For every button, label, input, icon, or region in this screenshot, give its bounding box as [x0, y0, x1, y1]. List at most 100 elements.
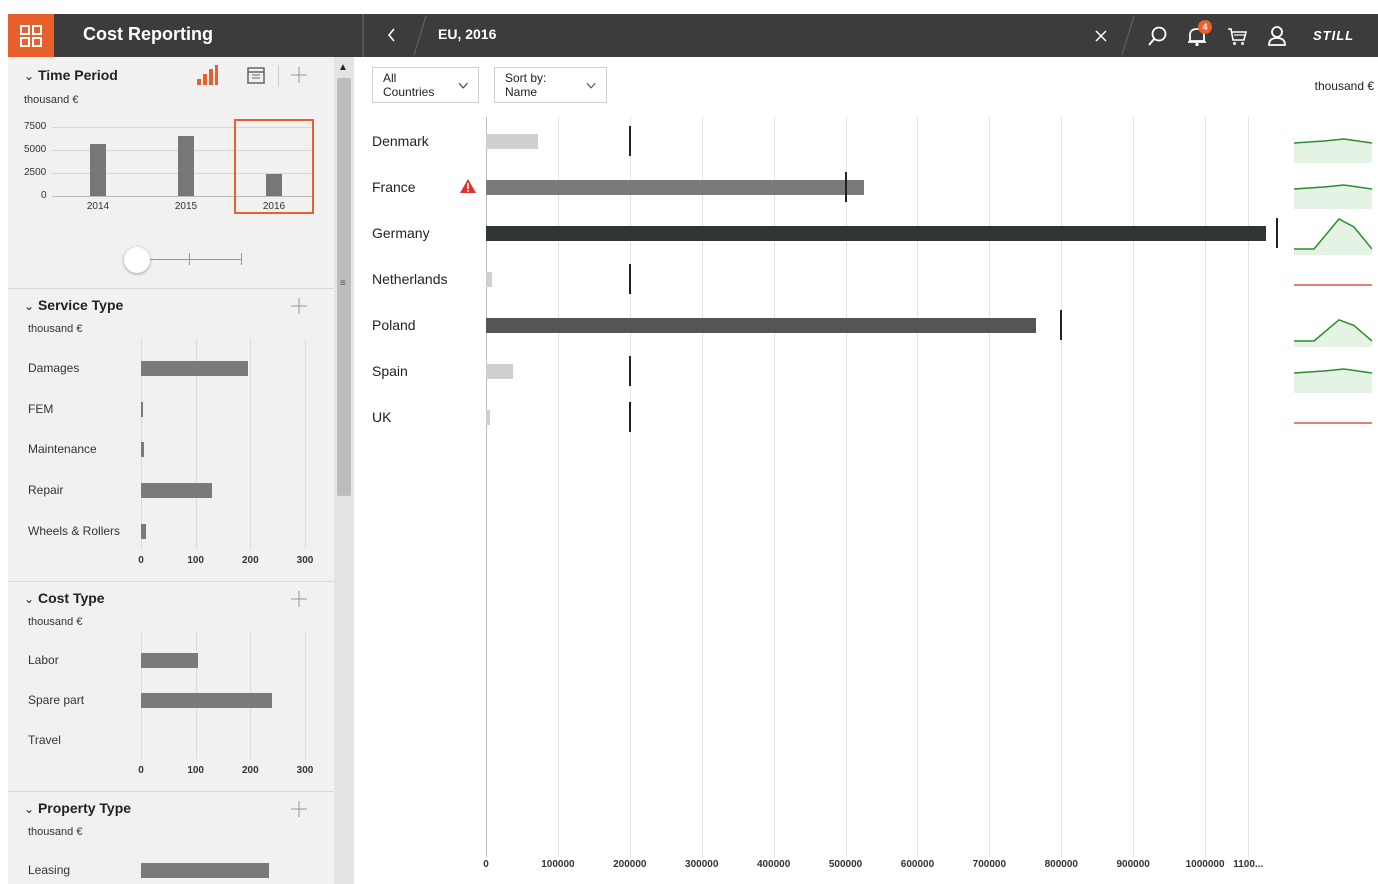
- category-label[interactable]: Repair: [28, 483, 63, 497]
- axis-tick: 0: [138, 555, 144, 566]
- x-tick: 300000: [685, 859, 719, 870]
- chevron-down-icon: ⌄: [24, 299, 35, 313]
- close-button[interactable]: [1088, 23, 1114, 49]
- bar-chart-icon[interactable]: [196, 65, 218, 85]
- x-tick: 500000: [828, 859, 863, 870]
- service-type-header[interactable]: ⌄ Service Type: [24, 297, 123, 313]
- axis-tick: 100: [187, 555, 204, 566]
- selected-year-highlight[interactable]: [234, 119, 314, 214]
- chevron-down-icon: [586, 82, 596, 89]
- country-label[interactable]: Netherlands: [372, 271, 448, 287]
- country-label[interactable]: Germany: [372, 225, 430, 241]
- category-bar[interactable]: [141, 863, 270, 878]
- x-tick: 800000: [1044, 859, 1078, 870]
- country-bar[interactable]: [486, 318, 1037, 333]
- user-button[interactable]: [1264, 23, 1290, 49]
- category-bar[interactable]: [141, 483, 213, 499]
- notification-badge: 4: [1198, 20, 1212, 34]
- notifications-button[interactable]: 4: [1184, 20, 1212, 49]
- y-tick: 5000: [24, 144, 47, 155]
- category-bar[interactable]: [141, 653, 199, 668]
- gridline: [305, 631, 306, 759]
- country-label[interactable]: Poland: [372, 317, 416, 333]
- user-icon: [1268, 26, 1286, 46]
- category-bar[interactable]: [141, 401, 143, 417]
- category-label[interactable]: Maintenance: [28, 442, 97, 456]
- filter-sidebar: ⌄ Time Period thousand € 7500 5000 2500 …: [8, 57, 354, 884]
- category-label[interactable]: Leasing: [28, 863, 70, 877]
- trend-sparkline: [1294, 218, 1372, 255]
- country-bar[interactable]: [486, 134, 538, 149]
- x-tick: 100000: [541, 859, 575, 870]
- country-bar[interactable]: [486, 272, 492, 287]
- x-tick: 200000: [613, 859, 647, 870]
- scroll-up-icon[interactable]: ▲: [338, 62, 348, 73]
- country-label[interactable]: France: [372, 179, 416, 195]
- search-button[interactable]: [1145, 23, 1171, 49]
- target-marker: [628, 126, 631, 156]
- x-tick: 400000: [756, 859, 791, 870]
- slider-handle[interactable]: [124, 247, 150, 273]
- target-marker: [844, 172, 847, 202]
- target-marker: [1060, 310, 1063, 340]
- category-label[interactable]: Spare part: [28, 693, 84, 707]
- add-property-type-icon[interactable]: [290, 800, 308, 818]
- gridline: [250, 339, 252, 549]
- country-label[interactable]: Spain: [372, 363, 408, 379]
- cart-icon: [1228, 28, 1248, 45]
- cost-type-title: Cost Type: [37, 590, 105, 606]
- target-marker: [1276, 218, 1278, 248]
- countries-dropdown[interactable]: All Countries: [372, 67, 479, 103]
- category-bar[interactable]: [141, 523, 147, 539]
- sort-dropdown[interactable]: Sort by: Name: [494, 67, 607, 103]
- country-bar[interactable]: [486, 180, 864, 195]
- warning-icon[interactable]: [459, 178, 477, 194]
- cart-button[interactable]: [1224, 23, 1250, 49]
- x-tick: 1100...: [1233, 859, 1264, 870]
- service-type-unit: thousand €: [28, 323, 83, 335]
- axis-tick: 200: [241, 765, 259, 776]
- country-label[interactable]: Denmark: [372, 133, 429, 149]
- chevron-down-icon: ⌄: [24, 802, 35, 816]
- x-tick: 1000000: [1185, 859, 1225, 870]
- header-separator: [1121, 15, 1135, 56]
- year-label[interactable]: 2015: [175, 201, 197, 212]
- country-bar[interactable]: [486, 364, 514, 379]
- category-label[interactable]: Damages: [28, 361, 79, 375]
- country-bar[interactable]: [486, 410, 490, 425]
- chevron-left-icon: [387, 28, 395, 42]
- section-divider: [8, 581, 334, 582]
- service-type-title: Service Type: [37, 297, 124, 313]
- add-cost-type-icon[interactable]: [290, 590, 308, 608]
- brand-logo: STILL: [1313, 28, 1355, 43]
- target-marker: [628, 402, 631, 432]
- back-button[interactable]: [380, 23, 404, 47]
- x-tick: 900000: [1116, 859, 1150, 870]
- x-tick: 0: [483, 859, 489, 870]
- calendar-icon[interactable]: [246, 65, 266, 85]
- category-label[interactable]: Labor: [28, 653, 59, 667]
- category-label[interactable]: Wheels & Rollers: [28, 524, 120, 538]
- year-label[interactable]: 2014: [87, 201, 109, 212]
- axis-tick: 100: [187, 765, 204, 776]
- category-bar[interactable]: [141, 693, 273, 708]
- add-service-type-icon[interactable]: [290, 297, 308, 315]
- chevron-down-icon: ⌄: [24, 592, 35, 606]
- header-divider: [362, 14, 364, 57]
- chevron-down-icon: ⌄: [24, 69, 35, 83]
- country-label[interactable]: UK: [372, 409, 391, 425]
- property-type-header[interactable]: ⌄ Property Type: [24, 800, 131, 816]
- category-bar[interactable]: [141, 442, 144, 458]
- time-period-header[interactable]: ⌄ Time Period: [24, 67, 118, 83]
- target-marker: [628, 264, 631, 294]
- category-label[interactable]: Travel: [28, 733, 61, 747]
- category-bar[interactable]: [141, 361, 248, 376]
- cost-type-header[interactable]: ⌄ Cost Type: [24, 590, 105, 606]
- country-bar[interactable]: [486, 226, 1267, 241]
- add-time-period-icon[interactable]: [290, 66, 308, 84]
- cost-type-unit: thousand €: [28, 616, 83, 628]
- category-label[interactable]: FEM: [28, 402, 53, 416]
- breadcrumb: EU, 2016: [438, 26, 497, 42]
- chevron-down-icon: [458, 82, 468, 89]
- app-grid-icon[interactable]: [8, 14, 54, 57]
